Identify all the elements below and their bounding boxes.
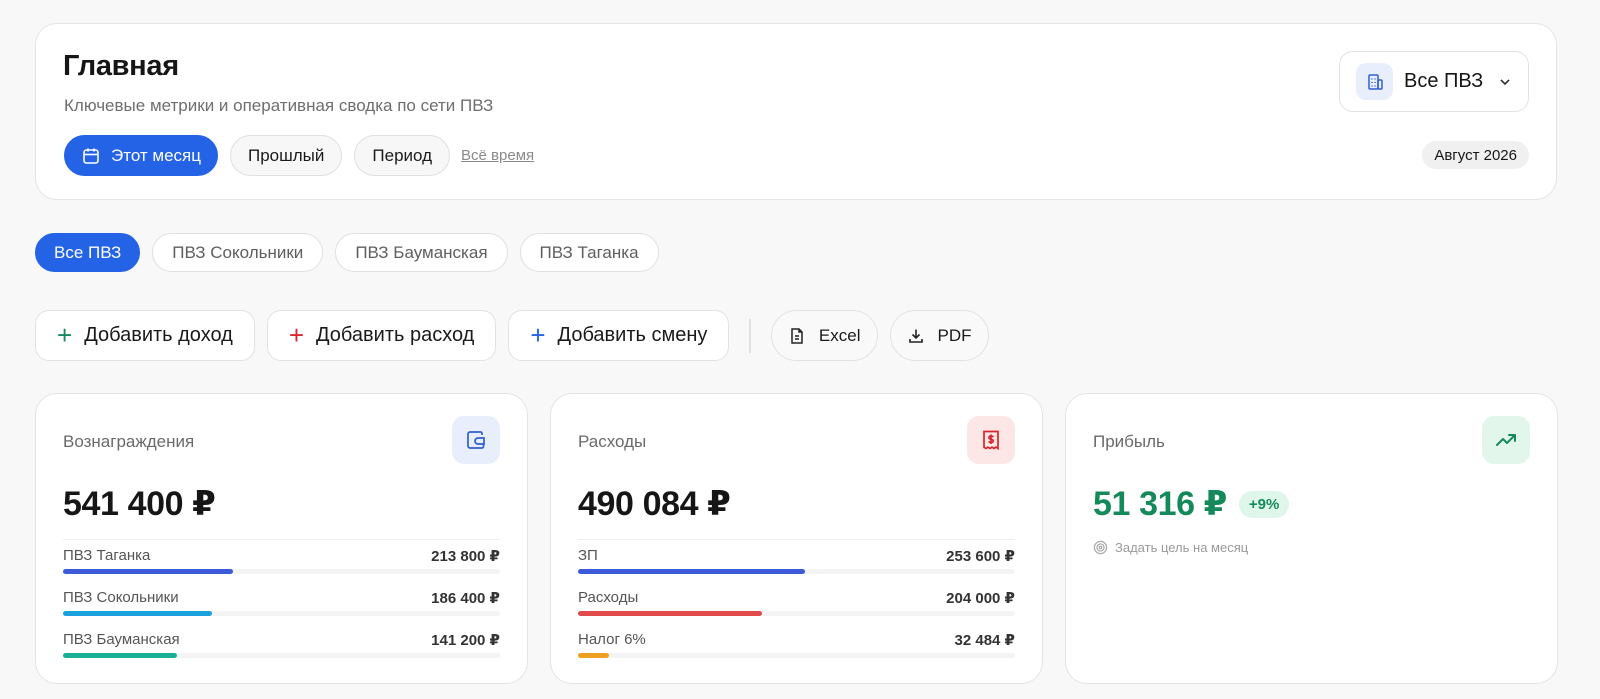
breakdown-name: ПВЗ Таганка <box>63 547 151 564</box>
period-this-month-label: Этот месяц <box>111 145 201 165</box>
receipt-icon <box>983 430 999 451</box>
pvz-tabs: Все ПВЗ ПВЗ Сокольники ПВЗ Бауманская ПВ… <box>35 233 659 272</box>
breakdown-name: ПВЗ Сокольники <box>63 589 179 606</box>
actions-toolbar: + Добавить доход + Добавить расход + Доб… <box>35 310 989 361</box>
breakdown-amount: 253 600 ₽ <box>946 548 1015 565</box>
progress-fill <box>578 653 609 658</box>
add-income-button[interactable]: + Добавить доход <box>35 310 255 361</box>
tab-pvz-sokolniki[interactable]: ПВЗ Сокольники <box>152 233 324 272</box>
profit-icon-box <box>1482 416 1530 464</box>
header-card: Главная Ключевые метрики и оперативная с… <box>35 23 1557 200</box>
chevron-down-icon <box>1500 78 1510 85</box>
breakdown-row: ЗП 253 600 ₽ <box>578 547 1015 589</box>
toolbar-divider <box>749 318 751 353</box>
breakdown-name: ПВЗ Бауманская <box>63 631 180 648</box>
plus-icon: + <box>57 319 73 350</box>
add-shift-button[interactable]: + Добавить смену <box>508 310 730 361</box>
rewards-label: Вознаграждения <box>63 432 195 451</box>
add-income-label: Добавить доход <box>84 324 233 346</box>
set-goal-link[interactable]: Задать цель на месяц <box>1093 540 1248 555</box>
profit-card: Прибыль 51 316 ₽ +9% Задать цель на меся… <box>1065 393 1558 684</box>
export-excel-button[interactable]: Excel <box>770 310 878 361</box>
period-this-month-button[interactable]: Этот месяц <box>64 135 218 176</box>
progress-fill <box>63 569 234 574</box>
progress-fill <box>578 611 762 616</box>
expenses-value: 490 084 ₽ <box>578 485 731 523</box>
expenses-label: Расходы <box>578 432 647 451</box>
progress-track <box>578 653 1015 658</box>
breakdown-row: ПВЗ Сокольники 186 400 ₽ <box>63 589 500 631</box>
plus-icon: + <box>530 319 546 350</box>
plus-icon: + <box>288 319 305 350</box>
rewards-value: 541 400 ₽ <box>63 485 216 523</box>
breakdown-row: Налог 6% 32 484 ₽ <box>578 631 1015 673</box>
expenses-breakdown: ЗП 253 600 ₽ Расходы 204 000 ₽ Налог 6% 32 48… <box>578 547 1015 673</box>
divider <box>578 539 1015 540</box>
spreadsheet-file-icon <box>791 327 803 344</box>
calendar-icon <box>83 148 99 164</box>
progress-fill <box>578 569 806 574</box>
pvz-select[interactable]: Все ПВЗ <box>1339 51 1529 112</box>
expenses-icon-box <box>967 416 1015 464</box>
add-expense-button[interactable]: + Добавить расход <box>266 310 497 361</box>
page-title: Главная <box>63 50 179 82</box>
period-filter: Этот месяц Прошлый Период Всё время <box>64 135 534 176</box>
breakdown-amount: 204 000 ₽ <box>946 590 1015 607</box>
tab-pvz-baumanskaya[interactable]: ПВЗ Бауманская <box>335 233 508 272</box>
add-expense-label: Добавить расход <box>316 324 475 346</box>
breakdown-name: Расходы <box>578 589 639 606</box>
all-time-link[interactable]: Всё время <box>461 147 534 164</box>
progress-track <box>63 653 500 658</box>
progress-track <box>578 611 1015 616</box>
set-goal-label: Задать цель на месяц <box>1115 540 1249 555</box>
rewards-icon-box <box>452 416 500 464</box>
progress-fill <box>63 653 177 658</box>
month-badge: Август 2026 <box>1422 141 1529 169</box>
profit-row: 51 316 ₽ +9% <box>1093 484 1290 524</box>
profit-value: 51 316 ₽ <box>1093 485 1227 523</box>
export-excel-label: Excel <box>818 325 861 345</box>
period-custom-button[interactable]: Период <box>354 135 451 176</box>
building-icon <box>1367 73 1383 90</box>
progress-track <box>63 569 500 574</box>
download-icon <box>908 329 923 343</box>
breakdown-amount: 141 200 ₽ <box>431 632 500 649</box>
target-icon <box>1093 540 1108 555</box>
breakdown-amount: 186 400 ₽ <box>431 590 500 607</box>
breakdown-amount: 213 800 ₽ <box>431 548 500 565</box>
page-subtitle: Ключевые метрики и оперативная сводка по… <box>64 96 494 115</box>
breakdown-row: ПВЗ Бауманская 141 200 ₽ <box>63 631 500 673</box>
divider <box>63 539 500 540</box>
expenses-card: Расходы 490 084 ₽ ЗП 253 600 ₽ Расходы 204 … <box>550 393 1043 684</box>
breakdown-name: Налог 6% <box>578 631 646 648</box>
breakdown-name: ЗП <box>578 547 598 564</box>
progress-track <box>63 611 500 616</box>
pvz-select-value: Все ПВЗ <box>1404 70 1484 92</box>
select-icon-box <box>1356 63 1393 100</box>
growth-badge: +9% <box>1238 490 1290 518</box>
tab-pvz-taganka[interactable]: ПВЗ Таганка <box>519 233 659 272</box>
breakdown-row: ПВЗ Таганка 213 800 ₽ <box>63 547 500 589</box>
period-previous-button[interactable]: Прошлый <box>230 135 343 176</box>
rewards-breakdown: ПВЗ Таганка 213 800 ₽ ПВЗ Сокольники 186 40… <box>63 547 500 673</box>
trending-up-icon <box>1496 434 1516 446</box>
export-pdf-button[interactable]: PDF <box>889 310 989 361</box>
progress-fill <box>63 611 212 616</box>
profit-label: Прибыль <box>1093 432 1165 451</box>
tab-all-pvz[interactable]: Все ПВЗ <box>35 233 141 272</box>
breakdown-row: Расходы 204 000 ₽ <box>578 589 1015 631</box>
wallet-icon <box>467 431 485 449</box>
add-shift-label: Добавить смену <box>557 324 708 346</box>
breakdown-amount: 32 484 ₽ <box>954 632 1015 649</box>
rewards-card: Вознаграждения 541 400 ₽ ПВЗ Таганка 213 … <box>35 393 528 684</box>
progress-track <box>578 569 1015 574</box>
export-pdf-label: PDF <box>937 325 972 345</box>
